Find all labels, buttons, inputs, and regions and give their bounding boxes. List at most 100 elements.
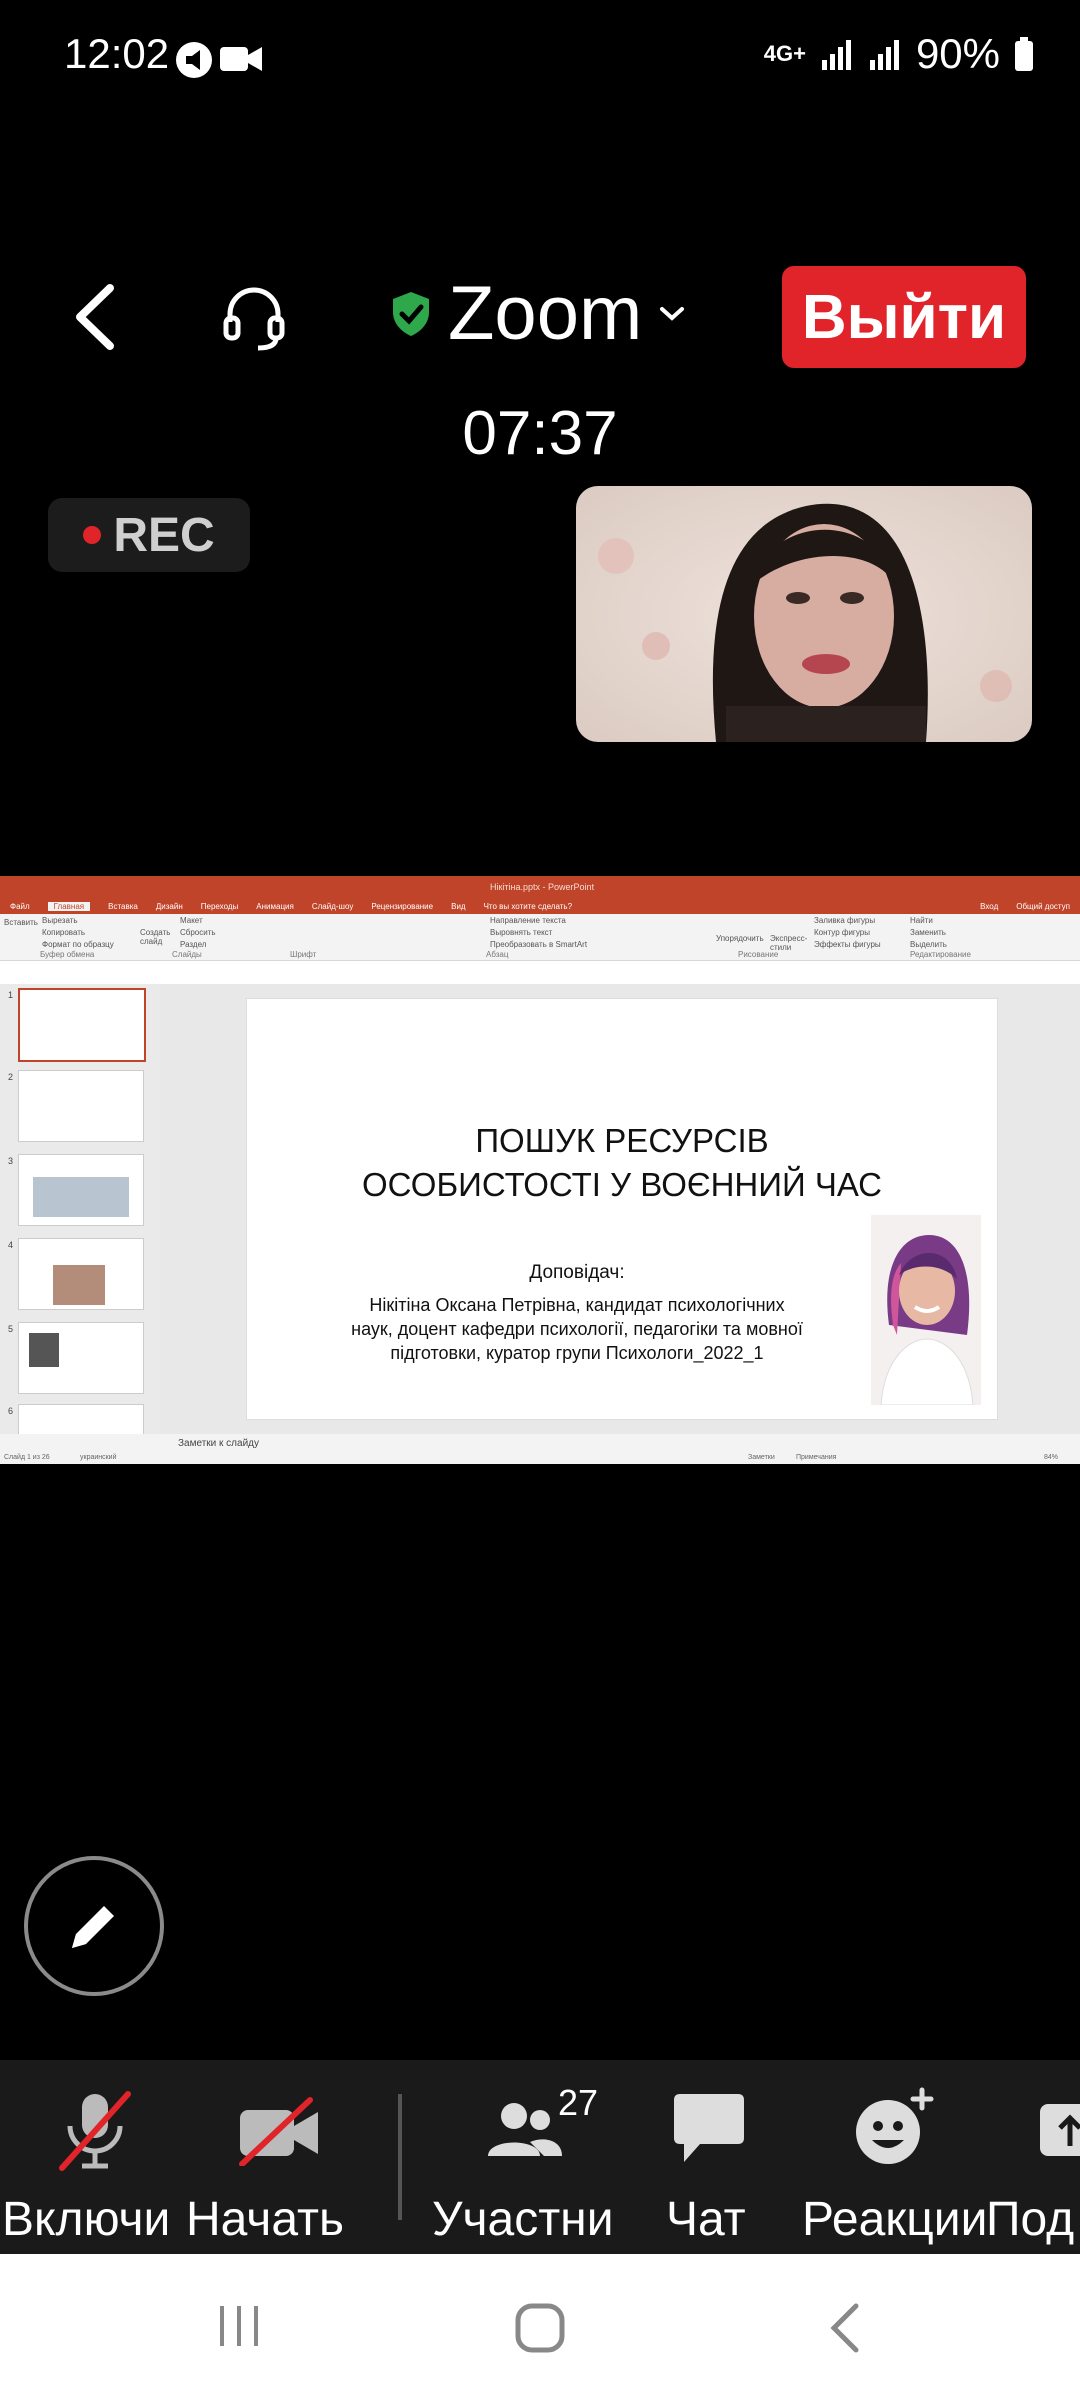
find-button[interactable]: Найти bbox=[910, 916, 933, 925]
paste-button[interactable]: Вставить bbox=[4, 918, 38, 927]
slide-thumbnail[interactable] bbox=[18, 1404, 144, 1436]
back-chevron-icon[interactable] bbox=[70, 282, 118, 352]
cut-button[interactable]: Вырезать bbox=[42, 916, 78, 925]
tab-home[interactable]: Главная bbox=[47, 901, 91, 911]
participant-video-frame bbox=[576, 486, 1032, 742]
speaker-photo bbox=[871, 1215, 981, 1406]
comments-toggle[interactable]: Примечания bbox=[796, 1454, 836, 1461]
slide-title: ПОШУК РЕСУРСІВ ОСОБИСТОСТІ У ВОЄННИЙ ЧАС bbox=[247, 1119, 997, 1207]
select-button[interactable]: Выделить bbox=[910, 940, 947, 949]
chat-label: Чат bbox=[666, 2193, 746, 2246]
battery-icon bbox=[1015, 37, 1033, 71]
slide-thumbnail[interactable] bbox=[18, 1322, 144, 1394]
reactions-button[interactable]: Реакции bbox=[800, 2060, 990, 2254]
align-text-button[interactable]: Выровнять текст bbox=[490, 928, 552, 937]
arrange-button[interactable]: Упорядочить bbox=[716, 934, 764, 943]
audio-headset-icon[interactable] bbox=[218, 282, 290, 354]
unmute-button[interactable]: Включи bbox=[0, 2060, 190, 2254]
ribbon-tabs: Файл Главная Вставка Дизайн Переходы Ани… bbox=[0, 898, 1080, 914]
new-slide-button[interactable]: Создать слайд bbox=[140, 928, 176, 946]
slide-speaker-block: Доповідач: Нікітіна Оксана Петрівна, кан… bbox=[347, 1261, 807, 1365]
sign-in-link[interactable]: Вход bbox=[980, 902, 998, 911]
powerpoint-title-bar: Нікітіна.pptx - PowerPoint bbox=[0, 876, 1080, 898]
notes-toggle[interactable]: Заметки bbox=[748, 1454, 775, 1461]
meeting-title[interactable]: Zoom bbox=[390, 270, 686, 357]
thumb-number: 2 bbox=[8, 1072, 14, 1082]
recording-badge: REC bbox=[48, 498, 250, 572]
group-slides: Слайды bbox=[172, 950, 202, 959]
system-navigation-bar bbox=[0, 2254, 1080, 2400]
annotate-button[interactable] bbox=[24, 1856, 164, 1996]
slide-counter: Слайд 1 из 26 bbox=[4, 1454, 50, 1461]
slide-thumbnail[interactable] bbox=[18, 1070, 144, 1142]
slide-thumbnail[interactable] bbox=[18, 988, 146, 1062]
section-button[interactable]: Раздел bbox=[180, 940, 206, 949]
tell-me-search[interactable]: Что вы хотите сделать? bbox=[484, 902, 572, 911]
share-access-button[interactable]: Общий доступ bbox=[1016, 902, 1070, 911]
thumbnail-image bbox=[33, 1177, 129, 1217]
shape-effects-button[interactable]: Эффекты фигуры bbox=[814, 940, 881, 949]
slide-thumbnail[interactable] bbox=[18, 1238, 144, 1310]
reactions-label: Реакции bbox=[802, 2193, 988, 2246]
tab-view[interactable]: Вид bbox=[451, 902, 465, 911]
layout-button[interactable]: Макет bbox=[180, 916, 203, 925]
participants-icon bbox=[488, 2103, 562, 2156]
tab-file[interactable]: Файл bbox=[10, 902, 30, 911]
zoom-level[interactable]: 84% bbox=[1044, 1454, 1058, 1461]
signal-icon-2 bbox=[869, 40, 899, 70]
chevron-down-icon bbox=[660, 306, 685, 321]
text-direction-button[interactable]: Направление текста bbox=[490, 916, 566, 925]
exit-button[interactable]: Выйти bbox=[782, 266, 1026, 368]
participant-video-thumbnail[interactable] bbox=[576, 486, 1032, 742]
participants-count: 27 bbox=[558, 2082, 599, 2123]
thumb-number: 6 bbox=[8, 1406, 14, 1416]
shape-fill-button[interactable]: Заливка фигуры bbox=[814, 916, 875, 925]
participants-button[interactable]: 27 Участни bbox=[430, 2060, 620, 2254]
start-video-button[interactable]: Начать bbox=[186, 2060, 386, 2254]
copy-button[interactable]: Копировать bbox=[42, 928, 85, 937]
format-painter-button[interactable]: Формат по образцу bbox=[42, 940, 114, 949]
slide-thumbnails-pane[interactable]: 1 2 3 4 5 6 bbox=[0, 984, 160, 1436]
network-type: 4G+ bbox=[763, 41, 806, 66]
encryption-shield-icon bbox=[393, 291, 429, 336]
reset-button[interactable]: Сбросить bbox=[180, 928, 216, 937]
slide-title-line-1: ПОШУК РЕСУРСІВ bbox=[475, 1122, 769, 1159]
start-video-label: Начать bbox=[186, 2193, 344, 2246]
meeting-toolbar: Включи Начать 27 Участни Чат Реакции Под bbox=[0, 2060, 1080, 2254]
share-label: Под bbox=[986, 2193, 1075, 2246]
tab-slideshow[interactable]: Слайд-шоу bbox=[312, 902, 353, 911]
home-icon[interactable] bbox=[514, 2302, 566, 2354]
unmute-label: Включи bbox=[2, 2193, 171, 2246]
thumb-number: 1 bbox=[8, 990, 14, 1000]
language-indicator: украинский bbox=[80, 1454, 117, 1461]
pencil-icon bbox=[72, 1906, 114, 1948]
shape-outline-button[interactable]: Контур фигуры bbox=[814, 928, 870, 937]
share-button[interactable]: Под bbox=[986, 2060, 1080, 2254]
replace-button[interactable]: Заменить bbox=[910, 928, 946, 937]
share-upload-icon bbox=[1040, 2104, 1080, 2156]
tab-review[interactable]: Рецензирование bbox=[371, 902, 433, 911]
back-icon[interactable] bbox=[826, 2302, 862, 2354]
chat-button[interactable]: Чат bbox=[650, 2060, 770, 2254]
powerpoint-status-bar: Слайд 1 из 26 украинский Заметки Примеча… bbox=[0, 1454, 1080, 1464]
reaction-emoji-icon bbox=[856, 2087, 934, 2164]
thumbnail-image bbox=[53, 1265, 105, 1305]
speaker-portrait bbox=[880, 1235, 974, 1406]
group-font: Шрифт bbox=[290, 950, 317, 959]
ribbon: Вставить Вырезать Копировать Формат по о… bbox=[0, 914, 1080, 961]
thumb-number: 5 bbox=[8, 1324, 14, 1334]
toolbar-divider bbox=[398, 2094, 402, 2220]
shared-screen[interactable]: Нікітіна.pptx - PowerPoint Файл Главная … bbox=[0, 876, 1080, 1464]
recent-apps-icon[interactable] bbox=[214, 2302, 264, 2350]
tab-design[interactable]: Дизайн bbox=[156, 902, 183, 911]
current-slide[interactable]: ПОШУК РЕСУРСІВ ОСОБИСТОСТІ У ВОЄННИЙ ЧАС… bbox=[246, 998, 998, 1420]
slide-notes-bar[interactable]: Заметки к слайду bbox=[0, 1434, 1080, 1454]
tab-transitions[interactable]: Переходы bbox=[201, 902, 239, 911]
tab-animations[interactable]: Анимация bbox=[256, 902, 294, 911]
slide-thumbnail[interactable] bbox=[18, 1154, 144, 1226]
status-indicators: 4G+ 90% bbox=[764, 30, 1034, 78]
smartart-button[interactable]: Преобразовать в SmartArt bbox=[490, 940, 587, 949]
video-camera-status-icon bbox=[220, 47, 262, 71]
group-clipboard: Буфер обмена bbox=[40, 950, 95, 959]
tab-insert[interactable]: Вставка bbox=[108, 902, 138, 911]
